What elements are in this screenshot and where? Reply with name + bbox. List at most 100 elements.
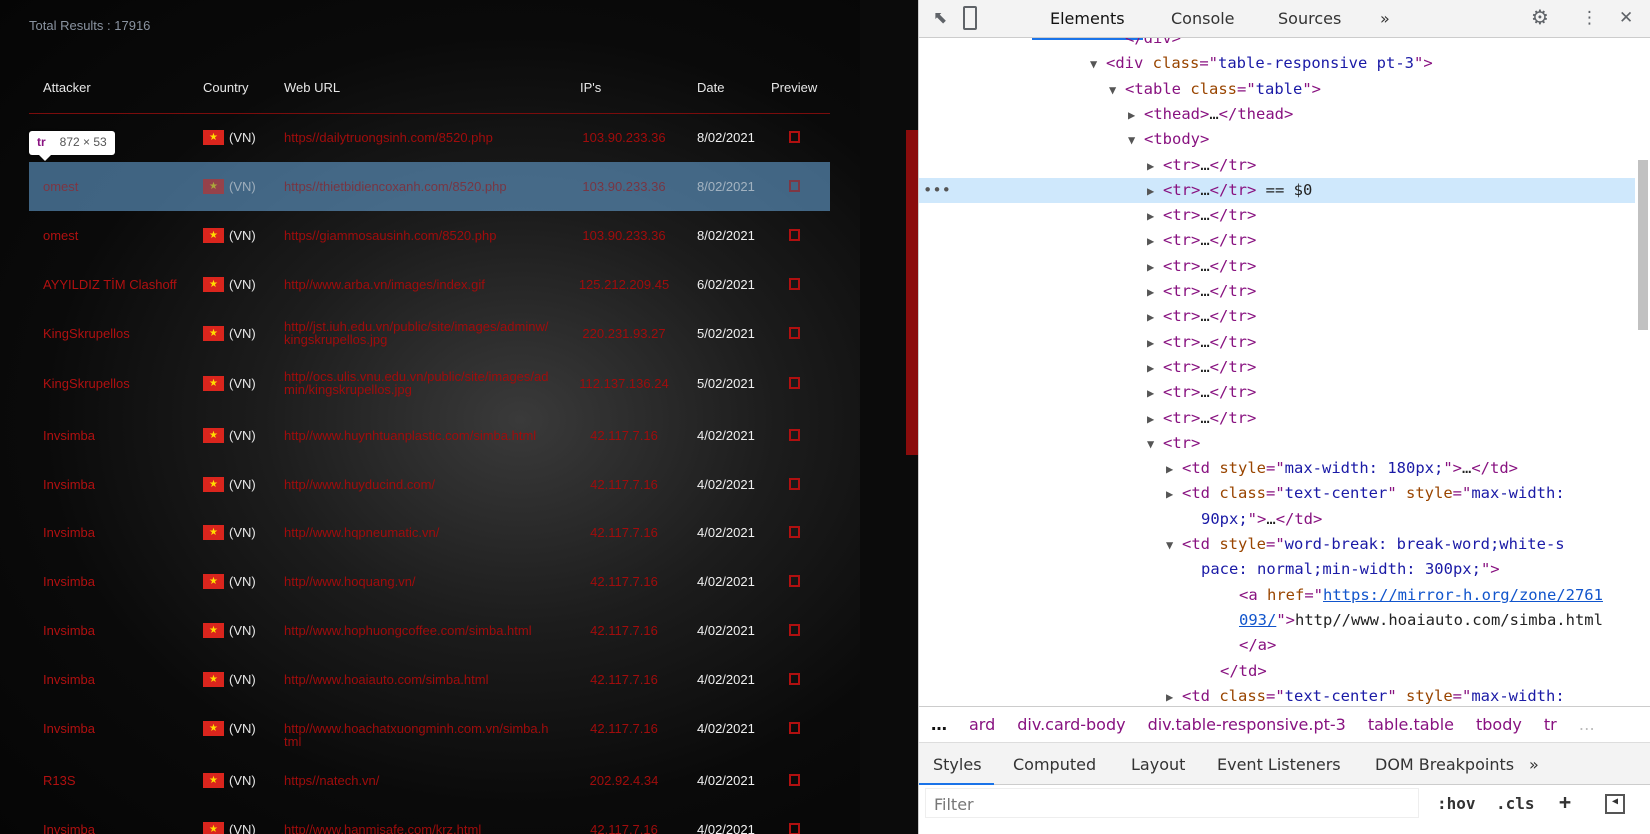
- styles-tab[interactable]: DOM Breakpoints: [1375, 755, 1514, 774]
- expand-arrow-icon[interactable]: ▶: [1147, 154, 1163, 179]
- web-url-link[interactable]: http//ocs.ulis.vnu.edu.vn/public/site/im…: [284, 370, 549, 396]
- web-url-link[interactable]: http//www.hoachatxuongminh.com.vn/simba.…: [284, 722, 549, 748]
- dom-tree-scrollbar[interactable]: [1638, 160, 1648, 330]
- attacker-name[interactable]: Invsimba: [43, 526, 95, 539]
- web-url-link[interactable]: http//www.hanmisafe.com/krz.html: [284, 823, 549, 834]
- expand-arrow-icon[interactable]: ▶: [1166, 685, 1182, 706]
- collapse-arrow-icon[interactable]: ▼: [1109, 78, 1125, 103]
- attacker-name[interactable]: Invsimba: [43, 478, 95, 491]
- expand-arrow-icon[interactable]: ▶: [1128, 103, 1144, 128]
- toggle-sidebar-icon[interactable]: ◀: [1605, 794, 1625, 814]
- collapse-arrow-icon[interactable]: ▼: [1128, 128, 1144, 153]
- preview-icon[interactable]: [789, 774, 800, 786]
- dom-node-line[interactable]: <a href="https://mirror-h.org/zone/2761: [919, 583, 1635, 608]
- expand-arrow-icon[interactable]: ▶: [1147, 331, 1163, 356]
- expand-arrow-icon[interactable]: ▶: [1147, 280, 1163, 305]
- web-url-link[interactable]: https//natech.vn/: [284, 774, 549, 787]
- close-icon[interactable]: ✕: [1619, 8, 1633, 28]
- dom-node-line[interactable]: ▶ <td style="max-width: 180px;">…</td>: [919, 456, 1635, 481]
- tab-sources[interactable]: Sources: [1278, 9, 1341, 28]
- attacker-name[interactable]: R13S: [43, 774, 76, 787]
- breadcrumb-item[interactable]: …: [931, 715, 947, 734]
- expand-arrow-icon[interactable]: ▶: [1147, 179, 1163, 204]
- settings-gear-icon[interactable]: ⚙: [1531, 5, 1549, 29]
- collapse-arrow-icon[interactable]: ▼: [1090, 52, 1106, 77]
- preview-icon[interactable]: [789, 575, 800, 587]
- expand-arrow-icon[interactable]: ▶: [1147, 356, 1163, 381]
- expand-arrow-icon[interactable]: ▶: [1147, 229, 1163, 254]
- breadcrumb-item[interactable]: table.table: [1368, 715, 1454, 734]
- more-options-icon[interactable]: ⋮: [1581, 8, 1598, 28]
- preview-icon[interactable]: [789, 722, 800, 734]
- expand-arrow-icon[interactable]: ▶: [1147, 255, 1163, 280]
- preview-icon[interactable]: [789, 278, 800, 290]
- breadcrumb-item[interactable]: div.card-body: [1017, 715, 1125, 734]
- node-actions-icon[interactable]: •••: [923, 178, 951, 203]
- web-url-link[interactable]: http//www.huyducind.com/: [284, 478, 549, 491]
- dom-node-line[interactable]: ▶ <td class="text-center" style="max-widt…: [919, 481, 1635, 506]
- breadcrumb-item[interactable]: tbody: [1476, 715, 1522, 734]
- dom-node-line[interactable]: pace: normal;min-width: 300px;">: [919, 557, 1635, 582]
- expand-arrow-icon[interactable]: ▶: [1166, 457, 1182, 482]
- more-tabs-button[interactable]: »: [1380, 9, 1390, 28]
- dom-node-line[interactable]: </div>: [919, 38, 1635, 51]
- expand-arrow-icon[interactable]: ▶: [1166, 482, 1182, 507]
- hov-toggle[interactable]: :hov: [1437, 794, 1476, 813]
- preview-icon[interactable]: [789, 478, 800, 490]
- preview-icon[interactable]: [789, 526, 800, 538]
- web-url-link[interactable]: http//www.hophuongcoffee.com/simba.html: [284, 624, 549, 637]
- attacker-name[interactable]: Invsimba: [43, 673, 95, 686]
- collapse-arrow-icon[interactable]: ▼: [1147, 432, 1163, 457]
- expand-arrow-icon[interactable]: ▶: [1147, 204, 1163, 229]
- web-url-link[interactable]: http//www.hqpneumatic.vn/: [284, 526, 549, 539]
- preview-icon[interactable]: [789, 624, 800, 636]
- web-url-link[interactable]: http//www.huynhtuanplastic.com/simba.htm…: [284, 429, 549, 442]
- attacker-name[interactable]: omest: [43, 180, 78, 193]
- dom-node-line[interactable]: ▼ <tr>: [919, 431, 1635, 456]
- dom-node-line[interactable]: ▼ <table class="table">: [919, 77, 1635, 102]
- breadcrumb-item[interactable]: tr: [1544, 715, 1557, 734]
- dom-node-line[interactable]: ▶ <tr>…</tr>: [919, 330, 1635, 355]
- dom-node-line[interactable]: ▶ <tr>…</tr>: [919, 153, 1635, 178]
- styles-tab[interactable]: Computed: [1013, 755, 1096, 774]
- tab-elements[interactable]: Elements: [1032, 9, 1143, 40]
- attacker-name[interactable]: Invsimba: [43, 429, 95, 442]
- dom-node-line[interactable]: </td>: [919, 659, 1635, 684]
- styles-tab[interactable]: Styles: [919, 755, 993, 785]
- dom-node-line[interactable]: ▼ <div class="table-responsive pt-3">: [919, 51, 1635, 76]
- dom-node-line[interactable]: ▶ <tr>…</tr>: [919, 406, 1635, 431]
- cls-toggle[interactable]: .cls: [1496, 794, 1535, 813]
- dom-node-line[interactable]: ▶ <tr>…</tr>: [919, 228, 1635, 253]
- breadcrumb-item[interactable]: …: [1579, 715, 1595, 734]
- expand-arrow-icon[interactable]: ▶: [1147, 381, 1163, 406]
- web-url-link[interactable]: https//giammosausinh.com/8520.php: [284, 229, 549, 242]
- new-style-rule-button[interactable]: +: [1559, 790, 1571, 814]
- preview-icon[interactable]: [789, 823, 800, 834]
- preview-icon[interactable]: [789, 327, 800, 339]
- attacker-name[interactable]: KingSkrupellos: [43, 327, 130, 340]
- attacker-name[interactable]: omest: [43, 229, 78, 242]
- dom-node-line[interactable]: 093/">http//www.hoaiauto.com/simba.html: [919, 608, 1635, 633]
- styles-filter-input[interactable]: Filter: [925, 788, 1419, 818]
- attacker-name[interactable]: KingSkrupellos: [43, 377, 130, 390]
- dom-node-line[interactable]: </a>: [919, 633, 1635, 658]
- dom-node-line[interactable]: ▶ <tr>…</tr>: [919, 304, 1635, 329]
- dom-node-line[interactable]: ▼ <tbody>: [919, 127, 1635, 152]
- attacker-name[interactable]: Invsimba: [43, 722, 95, 735]
- attacker-name[interactable]: Invsimba: [43, 575, 95, 588]
- web-url-link[interactable]: http//www.hoaiauto.com/simba.html: [284, 673, 549, 686]
- dom-node-line[interactable]: ▶ <tr>…</tr>: [919, 355, 1635, 380]
- preview-icon[interactable]: [789, 229, 800, 241]
- preview-icon[interactable]: [789, 429, 800, 441]
- web-url-link[interactable]: https//thietbidiencoxanh.com/8520.php: [284, 180, 549, 193]
- dom-node-line[interactable]: ▶ <tr>…</tr>: [919, 254, 1635, 279]
- breadcrumb-item[interactable]: ard: [969, 715, 995, 734]
- web-url-link[interactable]: http//www.hoquang.vn/: [284, 575, 549, 588]
- preview-icon[interactable]: [789, 180, 800, 192]
- styles-tab[interactable]: Event Listeners: [1217, 755, 1341, 774]
- attacker-name[interactable]: AYYILDIZ TİM Clashoff: [43, 278, 177, 291]
- dom-node-line[interactable]: ▶ <td class="text-center" style="max-widt…: [919, 684, 1635, 706]
- dom-node-line[interactable]: ▶ <tr>…</tr>: [919, 203, 1635, 228]
- dom-node-line[interactable]: ▼ <td style="word-break: break-word;white…: [919, 532, 1635, 557]
- styles-tab[interactable]: »: [1529, 755, 1539, 774]
